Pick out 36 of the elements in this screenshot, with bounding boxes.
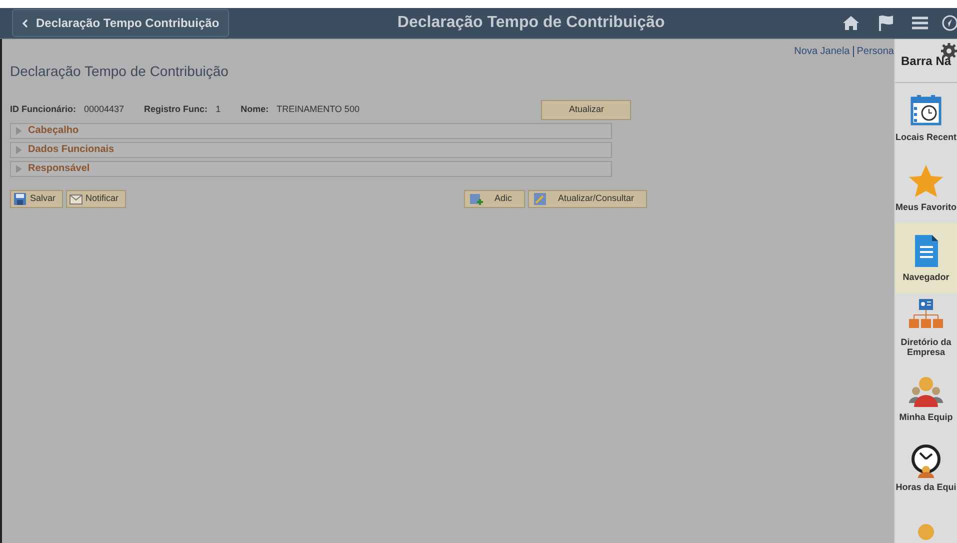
back-chevron-icon bbox=[22, 18, 28, 28]
pencil-icon bbox=[532, 192, 547, 206]
field-label: Nome: bbox=[240, 103, 269, 116]
envelope-icon bbox=[68, 192, 83, 206]
flag-icon[interactable] bbox=[878, 14, 894, 32]
home-icon[interactable] bbox=[842, 15, 860, 31]
refresh-button[interactable]: Atualizar bbox=[541, 100, 632, 120]
collapsed-triangle-icon bbox=[15, 126, 22, 134]
collapsed-triangle-icon bbox=[15, 146, 22, 154]
page-header-title: Declaração Tempo de Contribuição bbox=[396, 13, 666, 33]
add-icon bbox=[469, 192, 484, 206]
page-title: Declaração Tempo de Contribuição bbox=[10, 62, 230, 81]
link[interactable]: Nova Janela bbox=[794, 46, 850, 57]
nav-bar-item[interactable]: Locais Recent bbox=[895, 83, 957, 153]
nav-bar-item[interactable]: Minha Equip bbox=[895, 363, 957, 433]
field-value: TREINAMENTO 500 bbox=[276, 103, 360, 116]
link[interactable]: Persona bbox=[856, 46, 894, 57]
save-button[interactable]: Salvar bbox=[10, 190, 63, 208]
nav-bar-item[interactable]: Meus Favorito bbox=[895, 153, 957, 223]
field-value: 1 bbox=[216, 103, 221, 116]
menu-icon[interactable] bbox=[912, 16, 928, 30]
nav-bar-item[interactable]: Horas da Equi bbox=[895, 433, 957, 503]
nav-bar-item[interactable]: Navegador bbox=[895, 223, 957, 293]
field-value: 00004437 bbox=[84, 103, 124, 116]
field-label: ID Funcionário: bbox=[10, 103, 76, 116]
compass-icon[interactable] bbox=[941, 14, 957, 32]
nav-bar-title: Barra Na bbox=[901, 52, 952, 70]
save-icon bbox=[13, 192, 27, 206]
update-button[interactable]: Atualizar/Consultar bbox=[528, 190, 647, 208]
field-label: Registro Func: bbox=[144, 103, 208, 116]
collapsed-triangle-icon bbox=[15, 164, 22, 172]
notify-button[interactable]: Notificar bbox=[66, 190, 126, 208]
star-icon bbox=[908, 163, 944, 200]
nav-bar-item[interactable]: Diretório da Empresa bbox=[895, 293, 957, 363]
add-button[interactable]: Adic bbox=[464, 190, 525, 208]
back-button[interactable]: Declaração Tempo Contribuição bbox=[12, 9, 230, 37]
